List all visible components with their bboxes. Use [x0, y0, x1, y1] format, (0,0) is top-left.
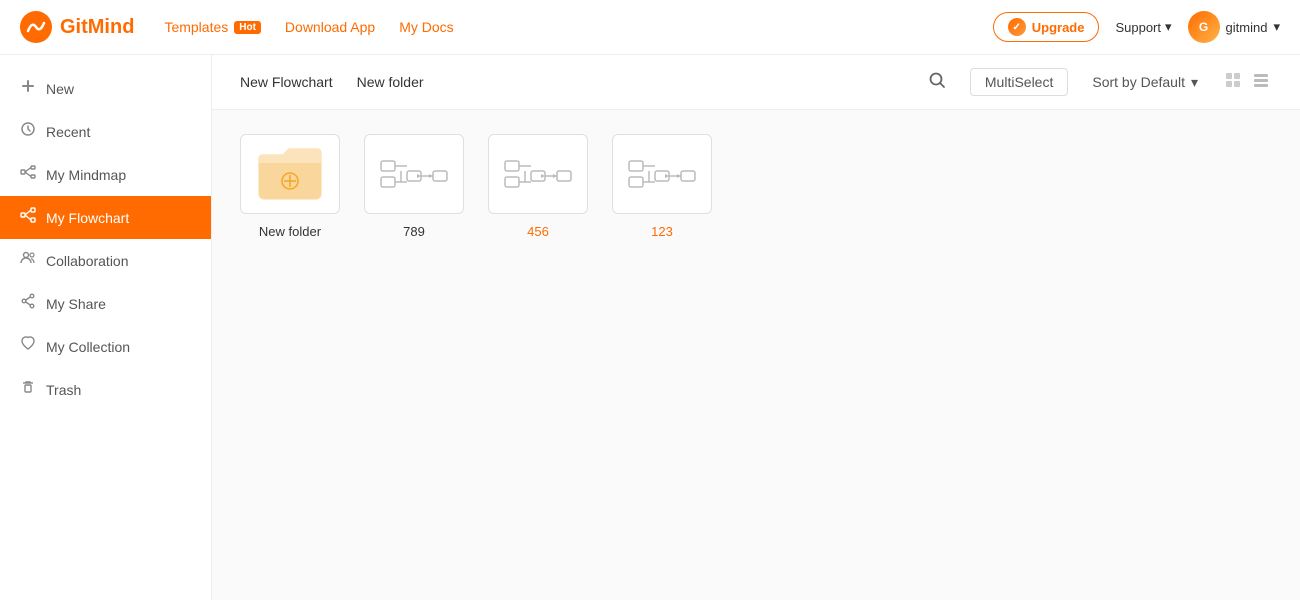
new-folder-button[interactable]: New folder	[357, 70, 424, 94]
toolbar: New Flowchart New folder MultiSelect Sor…	[212, 55, 1300, 110]
header: GitMind Templates Hot Download App My Do…	[0, 0, 1300, 55]
logo-icon	[20, 11, 52, 43]
sidebar-item-recent[interactable]: Recent	[0, 110, 211, 153]
nav-download-app[interactable]: Download App	[285, 19, 375, 35]
people-icon	[20, 250, 36, 271]
file-name: New folder	[259, 224, 321, 239]
flowchart-diagram-icon	[627, 147, 697, 202]
chevron-down-icon: ▾	[1165, 19, 1172, 35]
content-area: New folder	[212, 110, 1300, 600]
sidebar-item-my-flowchart[interactable]: My Flowchart	[0, 196, 211, 239]
list-item[interactable]: 123	[612, 134, 712, 239]
view-toggle	[1222, 69, 1272, 96]
logo-text: GitMind	[60, 16, 134, 39]
clock-icon	[20, 121, 36, 142]
file-name: 456	[527, 224, 549, 239]
search-icon[interactable]	[928, 71, 946, 94]
flowchart-diagram-icon	[379, 147, 449, 202]
sidebar-item-my-mindmap[interactable]: My Mindmap	[0, 153, 211, 196]
list-item[interactable]: 789	[364, 134, 464, 239]
support-button[interactable]: Support ▾	[1115, 19, 1171, 35]
list-item[interactable]: New folder	[240, 134, 340, 239]
flowchart-thumbnail-789	[364, 134, 464, 214]
sidebar-item-new[interactable]: New	[0, 67, 211, 110]
avatar: G	[1188, 11, 1220, 43]
folder-thumbnail	[240, 134, 340, 214]
trash-icon	[20, 379, 36, 400]
flowchart-thumbnail-456	[488, 134, 588, 214]
user-menu[interactable]: G gitmind ▾	[1188, 11, 1280, 43]
mindmap-icon	[20, 164, 36, 185]
flowchart-thumbnail-123	[612, 134, 712, 214]
folder-icon	[255, 145, 325, 203]
file-name: 123	[651, 224, 673, 239]
sidebar-item-my-share[interactable]: My Share	[0, 282, 211, 325]
layout: New Recent My Mindmap My Flowchart Colla	[0, 55, 1300, 600]
nav-my-docs[interactable]: My Docs	[399, 19, 453, 35]
sidebar-item-trash[interactable]: Trash	[0, 368, 211, 411]
heart-icon	[20, 336, 36, 357]
flowchart-sidebar-icon	[20, 207, 36, 228]
upgrade-icon: ✓	[1008, 18, 1026, 36]
share-icon	[20, 293, 36, 314]
logo[interactable]: GitMind	[20, 11, 134, 43]
file-name: 789	[403, 224, 425, 239]
sort-chevron-icon: ▾	[1191, 74, 1198, 91]
sidebar: New Recent My Mindmap My Flowchart Colla	[0, 55, 212, 600]
list-item[interactable]: 456	[488, 134, 588, 239]
nav-templates[interactable]: Templates Hot	[164, 19, 260, 35]
upgrade-button[interactable]: ✓ Upgrade	[993, 12, 1100, 42]
new-flowchart-button[interactable]: New Flowchart	[240, 70, 333, 94]
header-right: ✓ Upgrade Support ▾ G gitmind ▾	[993, 11, 1280, 43]
user-chevron-icon: ▾	[1273, 19, 1280, 35]
list-view-button[interactable]	[1250, 69, 1272, 96]
sidebar-item-collaboration[interactable]: Collaboration	[0, 239, 211, 282]
flowchart-diagram-icon	[503, 147, 573, 202]
sort-button[interactable]: Sort by Default ▾	[1092, 74, 1198, 91]
file-grid: New folder	[240, 134, 1272, 239]
nav-links: Templates Hot Download App My Docs	[164, 19, 992, 35]
main-content: New Flowchart New folder MultiSelect Sor…	[212, 55, 1300, 600]
sidebar-item-my-collection[interactable]: My Collection	[0, 325, 211, 368]
grid-view-button[interactable]	[1222, 69, 1244, 96]
plus-icon	[20, 78, 36, 99]
hot-badge: Hot	[234, 21, 261, 34]
multiselect-button[interactable]: MultiSelect	[970, 68, 1068, 96]
